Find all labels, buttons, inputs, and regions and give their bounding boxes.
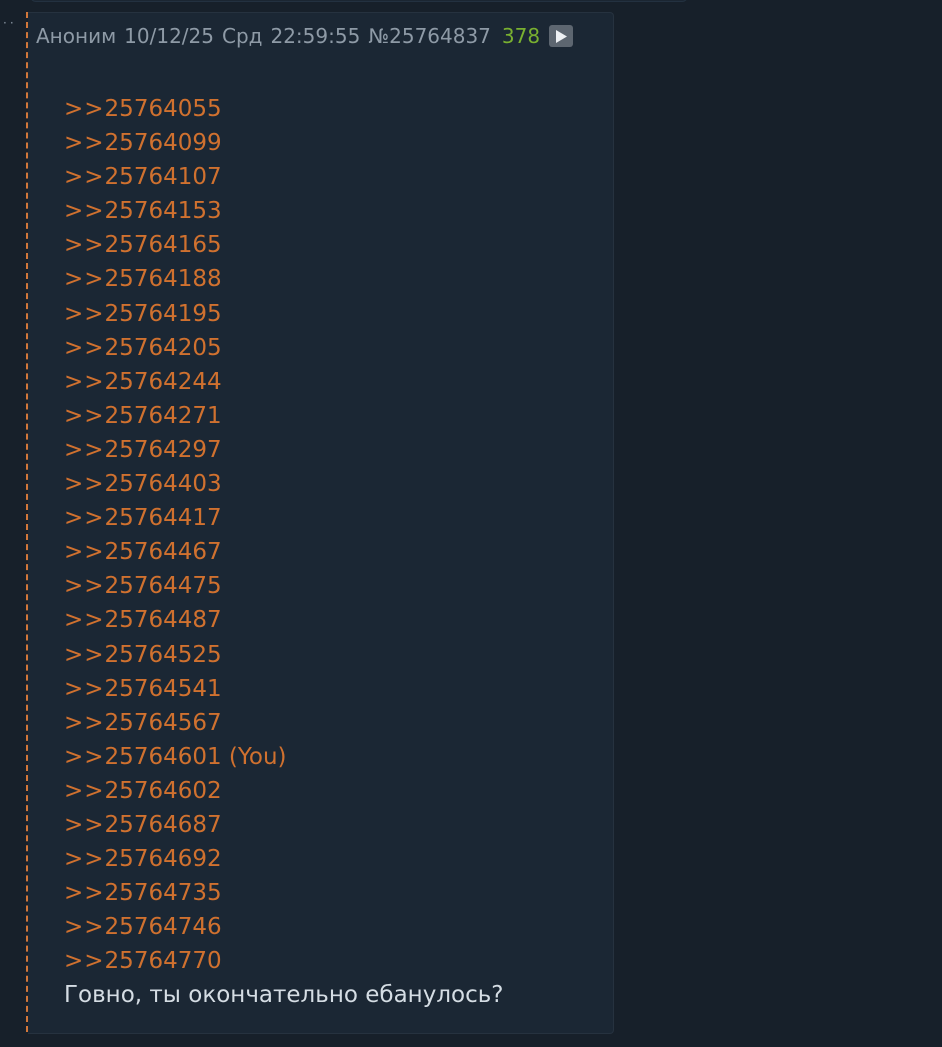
previous-post-edge [30,0,688,2]
reply-link-prefix: >> [64,334,105,361]
reply-link-number: 25764601 [104,743,222,770]
reply-link[interactable]: >>25764770 [64,944,504,978]
reply-link-prefix: >> [64,505,105,532]
reply-link-number: 25764467 [104,539,222,566]
post-weekday: Срд [221,24,263,48]
reply-link-number: 25764297 [104,436,222,463]
reply-link-number: 25764153 [104,198,222,225]
reply-link-number: 25764188 [104,266,222,293]
reply-link-prefix: >> [64,130,105,157]
reply-link[interactable]: >>25764541 [64,672,504,706]
reply-link-number: 25764055 [104,96,222,122]
reply-link-number: 25764205 [104,334,222,361]
reply-count[interactable]: 378 [502,23,540,49]
reply-link-prefix: >> [64,573,105,600]
reply-link[interactable]: >>25764297 [64,433,504,467]
reply-link-number: 25764271 [104,402,222,429]
reply-link-number: 25764195 [104,300,222,327]
reply-link-prefix: >> [64,880,105,907]
reply-link-prefix: >> [64,164,105,191]
reply-link[interactable]: >>25764165 [64,228,504,262]
reply-link[interactable]: >>25764692 [64,842,504,876]
reply-link[interactable]: >>25764567 [64,706,504,740]
reply-link[interactable]: >>25764107 [64,160,504,194]
reply-link[interactable]: >>25764403 [64,467,504,501]
reply-link-prefix: >> [64,641,105,668]
reply-link[interactable]: >>25764244 [64,365,504,399]
reply-link-prefix: >> [64,300,105,327]
reply-link[interactable]: >>25764746 [64,910,504,944]
reply-link[interactable]: >>25764601 (You) [64,740,504,774]
reply-link-prefix: >> [64,743,105,770]
reply-link-prefix: >> [64,539,105,566]
reply-link[interactable]: >>25764687 [64,808,504,842]
reply-link-number: 25764567 [104,709,222,736]
reply-link-number: 25764475 [104,573,222,600]
reply-link[interactable]: >>25764487 [64,603,504,637]
reply-link-prefix: >> [64,96,105,122]
reply-link[interactable]: >>25764195 [64,297,504,331]
post: Аноним 10/12/25 Срд 22:59:55 №25764837 3… [28,12,614,1034]
reply-link-prefix: >> [64,368,105,395]
reply-link[interactable]: >>25764525 [64,638,504,672]
post-author: Аноним [36,24,117,48]
reply-link-number: 25764770 [104,948,222,975]
reply-link-prefix: >> [64,471,105,498]
reply-link[interactable]: >>25764188 [64,262,504,296]
reply-link-prefix: >> [64,198,105,225]
reply-link-number: 25764692 [104,846,222,873]
reply-link-number: 25764403 [104,471,222,498]
page: ·· Аноним 10/12/25 Срд 22:59:55 №2576483… [0,0,942,1047]
play-icon [556,29,568,43]
post-body: >>25764055 >>25764099 >>25764107 >>25764153… [64,92,504,1012]
reply-link[interactable]: >>25764467 [64,535,504,569]
reply-link-number: 25764687 [104,811,222,838]
thread-expand-dots[interactable]: ·· [3,17,17,29]
reply-link-number: 25764107 [104,164,222,191]
reply-link-you-marker: (You) [221,743,287,770]
reply-link[interactable]: >>25764417 [64,501,504,535]
reply-link[interactable]: >>25764271 [64,399,504,433]
reply-link-prefix: >> [64,232,105,259]
reply-link[interactable]: >>25764602 [64,774,504,808]
reply-link-prefix: >> [64,777,105,804]
reply-link-number: 25764541 [104,675,222,702]
reply-link[interactable]: >>25764055 [64,92,504,126]
reply-link-prefix: >> [64,811,105,838]
post-number[interactable]: №25764837 [368,23,491,49]
reply-link-prefix: >> [64,607,105,634]
reply-link-prefix: >> [64,948,105,975]
reply-link-number: 25764746 [104,914,222,941]
play-button[interactable] [549,25,574,47]
reply-link-number: 25764735 [104,880,222,907]
reply-link-number: 25764602 [104,777,222,804]
reply-link[interactable]: >>25764153 [64,194,504,228]
reply-link-number: 25764525 [104,641,222,668]
post-time: 22:59:55 [270,24,361,48]
reply-link[interactable]: >>25764205 [64,331,504,365]
reply-link-prefix: >> [64,266,105,293]
reply-link-prefix: >> [64,402,105,429]
reply-link-number: 25764244 [104,368,222,395]
reply-link-prefix: >> [64,675,105,702]
post-date: 10/12/25 [124,24,214,48]
reply-link-number: 25764417 [104,505,222,532]
post-message: Говно, ты окончательно ебанулось? [64,982,504,1009]
reply-link-prefix: >> [64,709,105,736]
post-header: Аноним 10/12/25 Срд 22:59:55 №25764837 3… [36,23,574,49]
reply-link-prefix: >> [64,436,105,463]
reply-link[interactable]: >>25764099 [64,126,504,160]
reply-link-number: 25764165 [104,232,222,259]
reply-link-prefix: >> [64,846,105,873]
reply-link-number: 25764487 [104,607,222,634]
reply-link[interactable]: >>25764735 [64,876,504,910]
reply-link-number: 25764099 [104,130,222,157]
reply-link-prefix: >> [64,914,105,941]
reply-link[interactable]: >>25764475 [64,569,504,603]
